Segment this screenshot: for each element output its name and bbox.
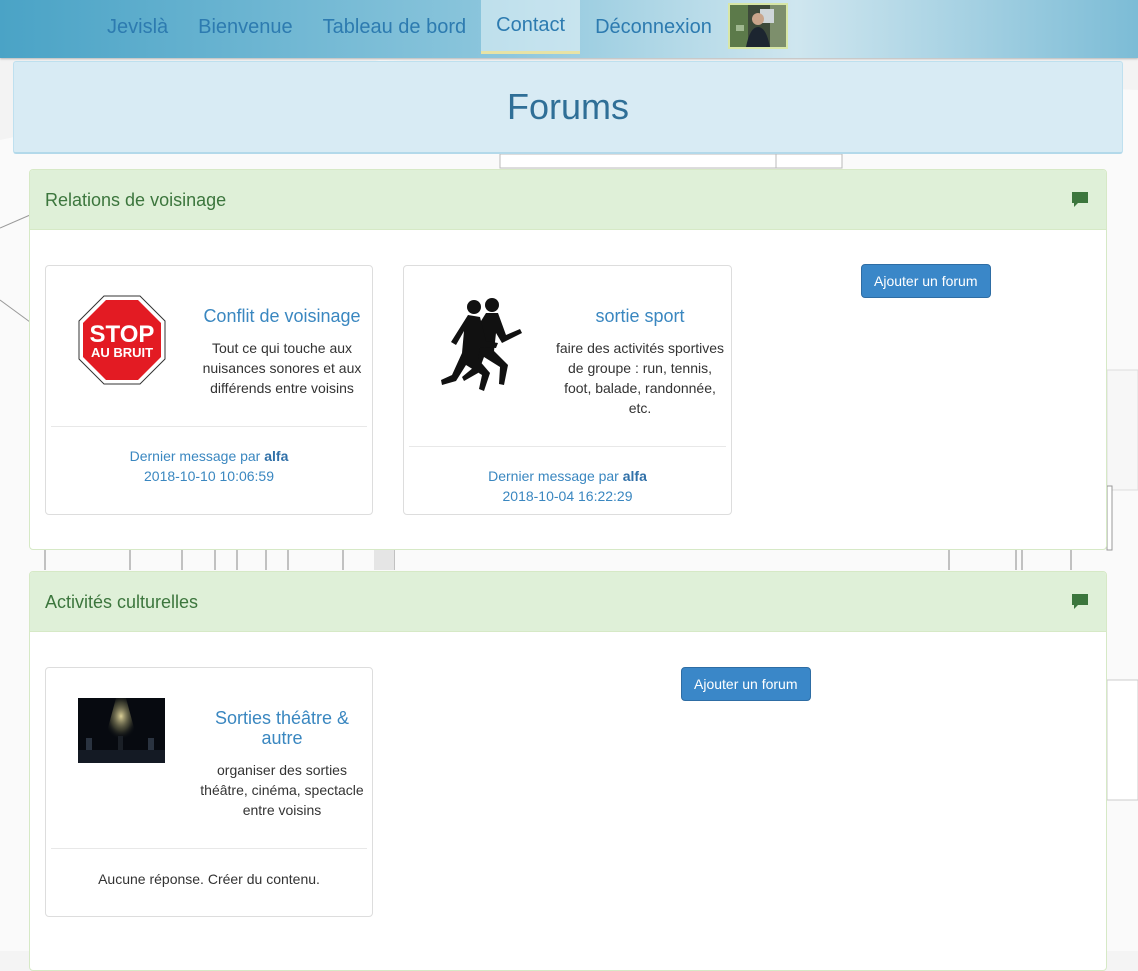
last-message-user-link[interactable]: alfa (264, 448, 288, 464)
last-message-prefix: Dernier message par (129, 448, 261, 464)
forum-title-link[interactable]: Sorties théâtre & autre (196, 708, 368, 748)
category-panel-relations: Relations de voisinage STOP AU BRUIT Con… (29, 169, 1107, 550)
au-bruit-text: AU BRUIT (91, 345, 153, 360)
theatre-stage-image (78, 698, 165, 763)
forum-card-theatre: Sorties théâtre & autre organiser des so… (45, 667, 373, 917)
forum-description: Tout ce qui touche aux nuisances sonores… (202, 340, 362, 396)
last-message-date: 2018-10-10 10:06:59 (144, 468, 274, 484)
user-avatar[interactable] (727, 3, 788, 49)
nav-item-contact[interactable]: Contact (481, 0, 581, 54)
forum-info: sortie sport faire des activités sportiv… (554, 306, 726, 418)
forum-description: faire des activités sportives de groupe … (555, 340, 725, 416)
empty-forum-text[interactable]: Aucune réponse. Créer du contenu. (46, 869, 372, 889)
runners-image (441, 298, 522, 391)
nav-label: Tableau de bord (322, 15, 467, 38)
forum-card-conflit: STOP AU BRUIT Conflit de voisinage Tout … (45, 265, 373, 515)
card-divider (409, 446, 726, 447)
comment-icon (1072, 192, 1088, 207)
card-divider (51, 848, 367, 849)
nav-menu: Jevislà Bienvenue Tableau de bord Contac… (92, 0, 788, 58)
category-title: Relations de voisinage (45, 190, 227, 210)
nav-label: Déconnexion (595, 15, 712, 38)
last-message-info: Dernier message par alfa 2018-10-10 10:0… (46, 446, 372, 486)
nav-item-deconnexion[interactable]: Déconnexion (580, 0, 727, 54)
forum-info: Conflit de voisinage Tout ce qui touche … (196, 306, 368, 398)
category-panel-activites: Activités culturelles Sorties théâtre & … (29, 571, 1107, 971)
nav-item-jevisla[interactable]: Jevislà (92, 0, 183, 54)
panel-header: Relations de voisinage (30, 170, 1106, 230)
top-navbar: Jevislà Bienvenue Tableau de bord Contac… (0, 0, 1138, 58)
comment-icon (1072, 594, 1088, 609)
nav-item-bienvenue[interactable]: Bienvenue (183, 0, 308, 54)
forum-description: organiser des sorties théâtre, cinéma, s… (200, 762, 364, 818)
forum-title-link[interactable]: sortie sport (554, 306, 726, 326)
panel-header: Activités culturelles (30, 572, 1106, 632)
forum-card-sortie-sport: sortie sport faire des activités sportiv… (403, 265, 732, 515)
last-message-date: 2018-10-04 16:22:29 (502, 488, 633, 504)
nav-item-tableau-de-bord[interactable]: Tableau de bord (308, 0, 481, 54)
stop-text: STOP (90, 321, 155, 348)
nav-label: Bienvenue (198, 15, 293, 38)
page-title: Forums (506, 86, 629, 127)
last-message-info: Dernier message par alfa 2018-10-04 16:2… (404, 466, 731, 506)
nav-label: Jevislà (107, 15, 169, 38)
forum-info: Sorties théâtre & autre organiser des so… (196, 708, 368, 820)
category-title: Activités culturelles (45, 592, 199, 612)
page-header: Forums (13, 61, 1123, 154)
add-forum-button[interactable]: Ajouter un forum (681, 667, 811, 701)
last-message-user-link[interactable]: alfa (623, 468, 647, 484)
stop-au-bruit-image: STOP AU BRUIT (78, 295, 166, 385)
add-forum-button[interactable]: Ajouter un forum (861, 264, 991, 298)
forum-title-link[interactable]: Conflit de voisinage (196, 306, 368, 326)
last-message-prefix: Dernier message par (488, 468, 619, 484)
nav-label: Contact (496, 14, 566, 36)
card-divider (51, 426, 367, 427)
